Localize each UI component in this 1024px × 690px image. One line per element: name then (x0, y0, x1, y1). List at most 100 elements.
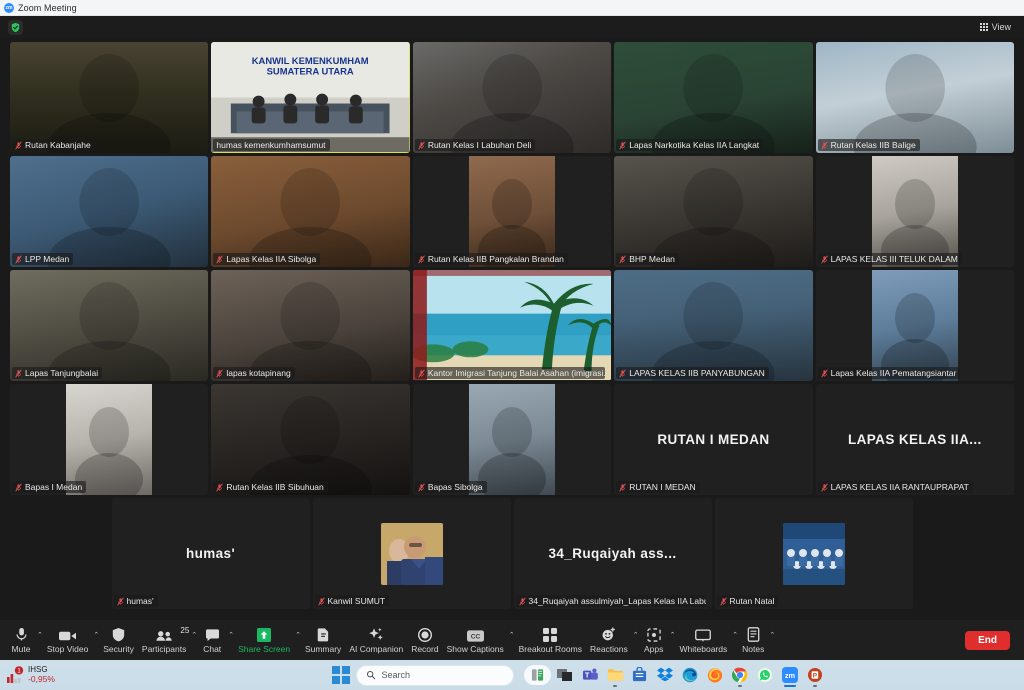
search-input[interactable]: Search (356, 665, 514, 686)
participant-name-bar: Rutan Kelas IIB Pangkalan Brandan (415, 253, 568, 265)
search-icon (366, 670, 376, 680)
participant-tile[interactable]: Kantor Imigrasi Tanjung Balai Asahan (im… (413, 270, 611, 381)
participant-tile[interactable]: BHP Medan (614, 156, 812, 267)
participant-tile[interactable]: 34_Ruqaiyah ass... 34_Ruqaiyah assulmiya… (514, 498, 712, 609)
participant-tile[interactable]: RUTAN I MEDAN RUTAN I MEDAN (614, 384, 812, 495)
participant-name-bar: LAPAS KELAS IIA RANTAUPRAPAT (818, 481, 973, 493)
participant-tile[interactable]: humas' humas' (112, 498, 310, 609)
participant-tile[interactable]: Kanwil SUMUT (313, 498, 511, 609)
microphone-muted-icon (216, 255, 223, 264)
participant-tile[interactable]: Bapas Sibolga (413, 384, 611, 495)
windows-logo-icon[interactable] (332, 666, 350, 684)
toolbar-show-captions-label: Show Captions (447, 644, 504, 654)
participant-display-name: humas' (112, 498, 310, 609)
participant-tile[interactable]: Lapas Kelas IIA Sibolga (211, 156, 409, 267)
toolbar-ai-companion-button[interactable]: AI Companion (345, 627, 407, 654)
toolbar-stop-video-button[interactable]: Stop Video (43, 627, 92, 654)
chevron-up-icon[interactable]: ⌃ (769, 631, 775, 639)
microphone-muted-icon (15, 369, 22, 378)
toolbar-apps-label: Apps (644, 644, 663, 654)
participant-name: Lapas Narkotika Kelas IIA Langkat (629, 140, 759, 150)
whatsapp-icon[interactable] (757, 667, 773, 683)
participant-tile[interactable]: Rutan Kabanjahe (10, 42, 208, 153)
firefox-icon[interactable] (707, 667, 723, 683)
participant-video (872, 156, 958, 267)
participant-name: Rutan Kelas IIB Pangkalan Brandan (428, 254, 564, 264)
share-arrow-icon (257, 627, 271, 642)
participant-tile[interactable]: KANWIL KEMENKUMHAM SUMATERA UTARA humas … (211, 42, 409, 153)
end-meeting-button[interactable]: End (965, 631, 1010, 650)
participant-tile[interactable]: Rutan Kelas IIB Balige (816, 42, 1014, 153)
toolbar-apps-button[interactable]: Apps (639, 627, 669, 654)
window-titlebar: zm Zoom Meeting (0, 0, 1024, 16)
participant-name: RUTAN I MEDAN (629, 482, 695, 492)
zoom-icon[interactable]: zm (782, 667, 798, 683)
toolbar-mute-button[interactable]: Mute (6, 627, 36, 654)
participant-tile[interactable]: LAPAS KELAS IIA... LAPAS KELAS IIA RANTA… (816, 384, 1014, 495)
participant-name: Rutan Kabanjahe (25, 140, 91, 150)
task-view-icon[interactable] (557, 667, 573, 683)
participant-name: Lapas Tanjungbalai (25, 368, 98, 378)
avatar (783, 523, 845, 585)
participant-tile[interactable]: LPP Medan (10, 156, 208, 267)
participant-tile[interactable]: lapas kotapinang (211, 270, 409, 381)
participant-name: Bapas I Medan (25, 482, 82, 492)
participant-tile[interactable]: Rutan Natal (715, 498, 913, 609)
participant-tile[interactable]: LAPAS KELAS III TELUK DALAM (816, 156, 1014, 267)
toolbar-notes-button[interactable]: Notes (738, 627, 768, 654)
microsoft-edge-icon[interactable] (682, 667, 698, 683)
participant-name-bar: Rutan Kelas I Labuhan Deli (415, 139, 536, 151)
participant-name-bar: Rutan Kabanjahe (12, 139, 95, 151)
participant-name-bar: Lapas Narkotika Kelas IIA Langkat (616, 139, 763, 151)
toolbar-security-button[interactable]: Security (99, 627, 138, 654)
participant-video (614, 270, 812, 381)
participant-name-bar: Rutan Kelas IIB Balige (818, 139, 920, 151)
participant-name-bar: lapas kotapinang (213, 367, 294, 379)
participant-name: LAPAS KELAS III TELUK DALAM (831, 254, 958, 264)
meeting-toolbar: Mute⌃Stop Video⌃Security25Participants⌃C… (0, 620, 1024, 660)
participant-name-bar: Lapas Tanjungbalai (12, 367, 102, 379)
microsoft-store-icon[interactable] (632, 667, 648, 683)
taskbar-widgets-pill[interactable] (524, 665, 551, 685)
toolbar-participants-button[interactable]: 25Participants (138, 627, 190, 654)
toolbar-security-label: Security (103, 644, 134, 654)
view-button[interactable]: View (975, 20, 1016, 34)
participant-tile[interactable]: LAPAS KELAS IIB PANYABUNGAN (614, 270, 812, 381)
search-placeholder: Search (382, 670, 411, 680)
participant-tile[interactable]: Rutan Kelas IIB Pangkalan Brandan (413, 156, 611, 267)
microphone-muted-icon (821, 483, 828, 492)
participant-name-bar: Bapas Sibolga (415, 481, 487, 493)
video-grid-row: humas' humas' Kanwil SUMUT 34_Ruqaiyah a… (10, 498, 1014, 609)
microsoft-teams-icon[interactable]: T (582, 667, 598, 683)
toolbar-chat-button[interactable]: Chat (197, 627, 227, 654)
participant-name: LAPAS KELAS IIA RANTAUPRAPAT (831, 482, 969, 492)
participant-tile[interactable]: Lapas Tanjungbalai (10, 270, 208, 381)
svg-text:SUMATERA UTARA: SUMATERA UTARA (267, 66, 354, 77)
toolbar-share-screen-button[interactable]: Share Screen (234, 627, 294, 654)
participant-name: Rutan Kelas IIB Balige (831, 140, 916, 150)
participant-name-bar: Rutan Natal (717, 595, 779, 607)
toolbar-record-button[interactable]: Record (407, 627, 442, 654)
participant-name: BHP Medan (629, 254, 675, 264)
toolbar-reactions-button[interactable]: Reactions (586, 627, 632, 654)
toolbar-summary-button[interactable]: Summary (301, 627, 345, 654)
participant-video (211, 384, 409, 495)
participant-video (614, 156, 812, 267)
file-explorer-icon[interactable] (607, 667, 623, 683)
participant-tile[interactable]: Lapas Narkotika Kelas IIA Langkat (614, 42, 812, 153)
dropbox-icon[interactable] (657, 667, 673, 683)
shield-check-icon[interactable] (8, 20, 23, 35)
participant-tile[interactable]: Lapas Kelas IIA Pematangsiantar (816, 270, 1014, 381)
stock-widget[interactable]: 1 IHSG -0,95% (0, 666, 130, 684)
participant-name-bar: LAPAS KELAS IIB PANYABUNGAN (616, 367, 769, 379)
participant-tile[interactable]: Rutan Kelas IIB Sibuhuan (211, 384, 409, 495)
powerpoint-icon[interactable]: P (807, 667, 823, 683)
svg-text:T: T (584, 673, 589, 680)
video-grid: Rutan Kabanjahe KANWIL KEMENKUMHAM SUMAT… (0, 38, 1024, 620)
toolbar-breakout-rooms-button[interactable]: Breakout Rooms (515, 627, 586, 654)
toolbar-whiteboards-button[interactable]: Whiteboards (676, 627, 732, 654)
google-chrome-icon[interactable] (732, 667, 748, 683)
toolbar-show-captions-button[interactable]: CCShow Captions (443, 627, 508, 654)
participant-tile[interactable]: Rutan Kelas I Labuhan Deli (413, 42, 611, 153)
participant-tile[interactable]: Bapas I Medan (10, 384, 208, 495)
